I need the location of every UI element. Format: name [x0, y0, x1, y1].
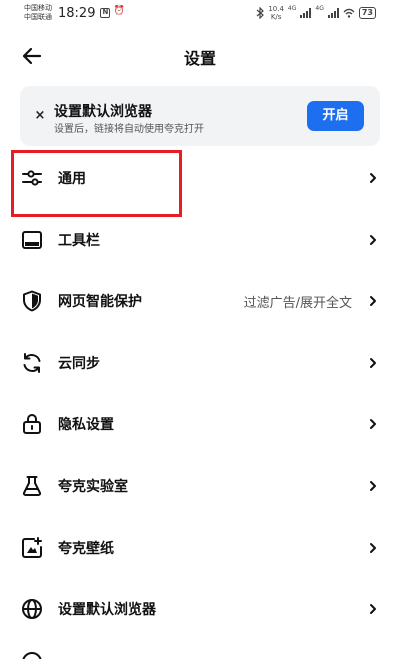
settings-item-cloud-sync[interactable]: 云同步 — [0, 332, 400, 394]
status-bar: 中国移动 中国联通 18:29 N ⏰ 10.4 K/s 4G 4G 73 — [0, 0, 400, 26]
chevron-right-icon — [370, 604, 376, 615]
settings-item-label: 工具栏 — [58, 232, 100, 249]
settings-item-value: 过滤广告/展开全文 — [243, 296, 352, 312]
settings-item-lab[interactable]: 夸克实验室 — [0, 455, 400, 517]
enable-button[interactable]: 开启 — [307, 101, 364, 131]
carrier-1: 中国移动 — [24, 4, 52, 12]
settings-item-label: 夸克实验室 — [58, 478, 128, 495]
network-speed: 10.4 K/s — [268, 5, 284, 21]
settings-item-general[interactable]: 通用 — [0, 147, 400, 209]
shield-icon — [23, 290, 41, 312]
toolbar-icon — [22, 230, 42, 249]
carrier-info: 中国移动 中国联通 — [24, 4, 52, 22]
settings-item-label: 设置默认浏览器 — [58, 602, 156, 619]
chevron-right-icon — [370, 173, 376, 183]
settings-item-label: 夸克壁纸 — [58, 540, 114, 557]
battery-icon: 73 — [358, 7, 376, 19]
sim2-network-type: 4G — [315, 5, 324, 12]
lock-icon — [23, 414, 41, 435]
sim1-signal-icon — [300, 8, 312, 18]
settings-item-label: 隐私设置 — [58, 417, 114, 434]
settings-item-web-protection[interactable]: 网页智能保护 过滤广告/展开全文 — [0, 270, 400, 332]
wifi-icon — [343, 8, 355, 18]
network-speed-unit: K/s — [270, 13, 282, 21]
settings-item-label: 网页智能保护 — [58, 294, 142, 311]
alarm-icon: ⏰ — [113, 6, 125, 16]
partial-row-icon — [22, 652, 42, 659]
default-browser-banner: × 设置默认浏览器 设置后，链接将自动使用夸克打开 开启 — [20, 86, 380, 146]
sync-icon — [23, 352, 41, 373]
settings-page: 中国移动 中国联通 18:29 N ⏰ 10.4 K/s 4G 4G 73 设置… — [0, 0, 400, 659]
wallpaper-icon — [22, 536, 42, 558]
carrier-2: 中国联通 — [24, 13, 52, 21]
settings-item-wallpaper[interactable]: 夸克壁纸 — [0, 517, 400, 579]
flask-icon — [22, 475, 42, 496]
close-icon[interactable]: × — [30, 106, 50, 126]
chevron-right-icon — [370, 419, 376, 430]
settings-item-default-browser[interactable]: 设置默认浏览器 — [0, 578, 400, 640]
chevron-right-icon — [370, 234, 376, 245]
chevron-right-icon — [370, 480, 376, 491]
chevron-right-icon — [370, 357, 376, 368]
settings-item-label: 云同步 — [58, 355, 100, 372]
sim1-network-type: 4G — [287, 5, 297, 12]
banner-title: 设置默认浏览器 — [54, 104, 152, 120]
settings-item-toolbar[interactable]: 工具栏 — [0, 209, 400, 271]
settings-item-label: 通用 — [58, 171, 86, 187]
sim2-signal-icon — [327, 8, 339, 18]
status-time: 18:29 — [58, 5, 96, 21]
header: 设置 — [0, 36, 400, 76]
sliders-icon — [22, 170, 42, 186]
settings-list: 通用 工具栏 网页智能保护 过滤广告/展开全文 云同步 隐私设置 夸克实验室 夸… — [0, 147, 400, 640]
nfc-icon: N — [100, 8, 111, 18]
network-speed-value: 10.4 — [268, 5, 284, 13]
page-title: 设置 — [183, 49, 216, 68]
settings-item-privacy[interactable]: 隐私设置 — [0, 393, 400, 455]
chevron-right-icon — [370, 542, 376, 553]
globe-icon — [22, 599, 42, 620]
bluetooth-icon — [256, 7, 265, 19]
banner-subtitle: 设置后，链接将自动使用夸克打开 — [54, 124, 204, 135]
chevron-right-icon — [370, 296, 376, 307]
